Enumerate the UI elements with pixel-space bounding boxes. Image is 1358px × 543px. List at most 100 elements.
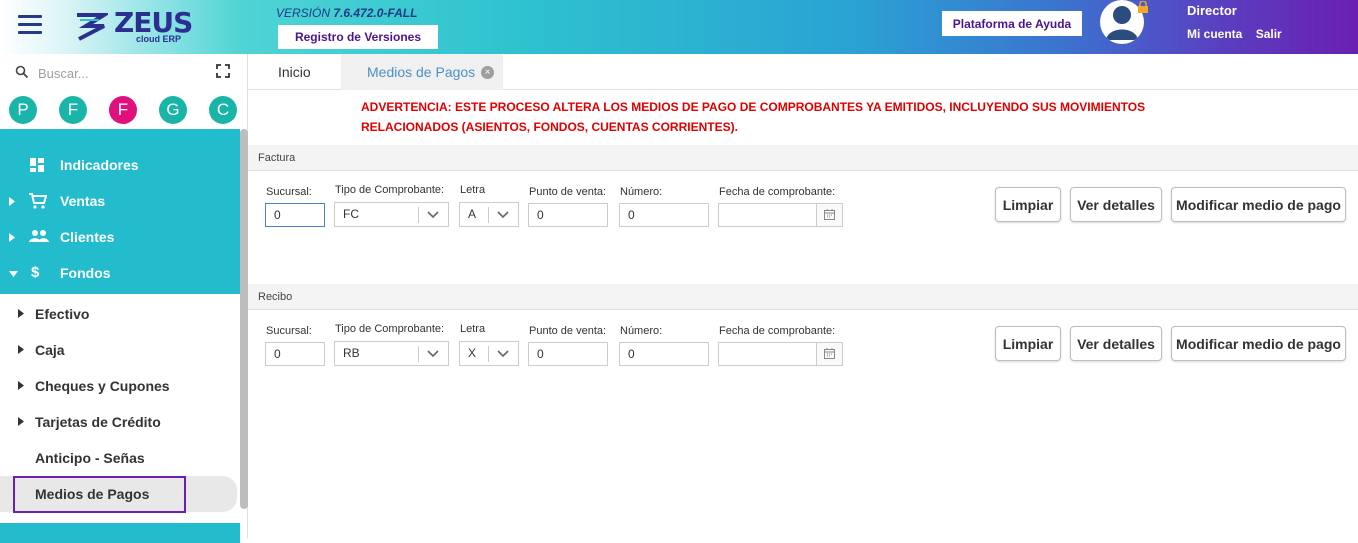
label-sucursal: Sucursal: <box>266 325 312 337</box>
label-tipo-comprobante: Tipo de Comprobante: <box>335 184 445 196</box>
dashboard-icon <box>30 158 44 172</box>
recibo-ver-detalles-button[interactable]: Ver detalles <box>1070 326 1162 361</box>
label-punto-venta: Punto de venta: <box>529 325 607 337</box>
fullscreen-icon[interactable] <box>216 64 230 78</box>
recibo-modificar-button[interactable]: Modificar medio de pago <box>1171 326 1346 361</box>
favorite-f-pink[interactable]: F <box>109 96 137 124</box>
label-numero: Número: <box>620 186 663 198</box>
favorite-f[interactable]: F <box>59 96 87 124</box>
registro-versiones-button[interactable]: Registro de Versiones <box>278 25 438 49</box>
label-punto-venta: Punto de venta: <box>529 186 607 198</box>
caret-right-icon <box>9 197 15 206</box>
version-number: 7.6.472.0-FALL <box>333 6 418 20</box>
submenu-item-efectivo[interactable]: Efectivo <box>0 296 240 332</box>
factura-tipo-select[interactable]: FC <box>334 202 449 227</box>
plataforma-ayuda-button[interactable]: Plataforma de Ayuda <box>942 11 1082 36</box>
factura-limpiar-button[interactable]: Limpiar <box>995 187 1061 222</box>
recibo-punto-venta-input[interactable]: 0 <box>528 342 608 366</box>
recibo-sucursal-input[interactable]: 0 <box>265 342 325 366</box>
sidebar-search[interactable]: Buscar... <box>15 64 235 84</box>
favorite-p[interactable]: P <box>9 96 37 124</box>
zeus-logo[interactable]: ZEUS cloud ERP <box>74 6 194 48</box>
factura-letra-select[interactable]: A <box>459 202 519 227</box>
factura-fecha-input[interactable] <box>718 203 843 227</box>
label-fecha: Fecha de comprobante: <box>719 325 836 337</box>
cart-icon <box>29 193 47 209</box>
submenu-item-label: Cheques y Cupones <box>35 378 170 394</box>
menu-item-ventas[interactable]: Ventas <box>0 183 240 219</box>
tab-medios-de-pagos[interactable]: Medios de Pagos × <box>341 54 503 90</box>
menu-item-label: Ventas <box>60 193 106 209</box>
recibo-numero-input[interactable]: 0 <box>619 342 709 366</box>
caret-down-icon <box>9 271 18 277</box>
select-value: A <box>468 207 477 221</box>
menu-item-fondos[interactable]: $ Fondos <box>0 255 240 291</box>
menu-item-label: Clientes <box>60 229 115 245</box>
chevron-down-icon <box>497 350 509 358</box>
tab-label: Medios de Pagos <box>367 64 476 80</box>
lock-icon <box>1138 1 1148 13</box>
version-label: VERSIÓN 7.6.472.0-FALL <box>276 6 418 20</box>
submenu-item-anticipo[interactable]: Anticipo - Señas <box>0 440 240 476</box>
user-links: Mi cuenta Salir <box>1187 27 1292 41</box>
people-icon <box>29 230 49 242</box>
logo-sub: cloud ERP <box>136 34 182 44</box>
label-letra: Letra <box>460 323 486 335</box>
select-value: FC <box>343 207 359 221</box>
main-menu: Indicadores Ventas Clientes $ Fondos <box>0 129 240 294</box>
factura-modificar-button[interactable]: Modificar medio de pago <box>1171 187 1346 222</box>
chevron-down-icon <box>497 211 509 219</box>
caret-right-icon <box>18 345 24 354</box>
user-name: Director <box>1187 3 1237 18</box>
calendar-icon <box>824 348 835 359</box>
favorite-c[interactable]: C <box>209 96 237 124</box>
calendar-button[interactable] <box>816 343 842 365</box>
tab-bar: Inicio Medios de Pagos × <box>248 54 1358 90</box>
submenu-item-label: Efectivo <box>35 306 90 322</box>
favorite-g[interactable]: G <box>159 96 187 124</box>
caret-right-icon <box>18 381 24 390</box>
factura-sucursal-input[interactable]: 0 <box>265 203 325 227</box>
label-letra: Letra <box>460 184 486 196</box>
label-numero: Número: <box>620 325 663 337</box>
chevron-down-icon <box>427 350 439 358</box>
recibo-tipo-select[interactable]: RB <box>334 341 449 366</box>
submenu-item-label: Caja <box>35 342 65 358</box>
select-value: RB <box>343 346 360 360</box>
search-input[interactable]: Buscar... <box>38 66 89 81</box>
recibo-letra-select[interactable]: X <box>459 341 519 366</box>
caret-right-icon <box>18 309 24 318</box>
label-tipo-comprobante: Tipo de Comprobante: <box>335 323 445 335</box>
factura-punto-venta-input[interactable]: 0 <box>528 203 608 227</box>
submenu-item-label: Anticipo - Señas <box>35 450 145 466</box>
section-factura-title: Factura <box>248 145 1358 171</box>
recibo-fecha-input[interactable] <box>718 342 843 366</box>
hamburger-menu-icon[interactable] <box>18 15 42 35</box>
caret-right-icon <box>18 417 24 426</box>
submenu-item-tarjetas[interactable]: Tarjetas de Crédito <box>0 404 240 440</box>
select-value: X <box>468 346 477 360</box>
menu-item-label: Indicadores <box>60 157 139 173</box>
recibo-limpiar-button[interactable]: Limpiar <box>995 326 1061 361</box>
factura-ver-detalles-button[interactable]: Ver detalles <box>1070 187 1162 222</box>
my-account-link[interactable]: Mi cuenta <box>1187 27 1242 41</box>
logout-link[interactable]: Salir <box>1256 27 1282 41</box>
section-recibo-title: Recibo <box>248 284 1358 310</box>
menu-item-stock-partial[interactable] <box>0 523 240 543</box>
sidebar-scrollbar[interactable] <box>240 129 248 509</box>
tab-inicio[interactable]: Inicio <box>278 54 311 90</box>
top-header: ZEUS cloud ERP VERSIÓN 7.6.472.0-FALL Re… <box>0 0 1358 54</box>
submenu-item-caja[interactable]: Caja <box>0 332 240 368</box>
factura-numero-input[interactable]: 0 <box>619 203 709 227</box>
close-tab-icon[interactable]: × <box>481 66 494 79</box>
menu-item-indicadores[interactable]: Indicadores <box>0 147 240 183</box>
submenu-item-label: Tarjetas de Crédito <box>35 414 161 430</box>
menu-item-label: Fondos <box>60 265 111 281</box>
sidebar: Buscar... P F F G C Indicadores Ventas C… <box>0 54 248 543</box>
calendar-button[interactable] <box>816 204 842 226</box>
chevron-down-icon <box>427 211 439 219</box>
menu-item-clientes[interactable]: Clientes <box>0 219 240 255</box>
caret-right-icon <box>9 233 15 242</box>
submenu-item-cheques[interactable]: Cheques y Cupones <box>0 368 240 404</box>
dollar-icon: $ <box>31 264 40 281</box>
